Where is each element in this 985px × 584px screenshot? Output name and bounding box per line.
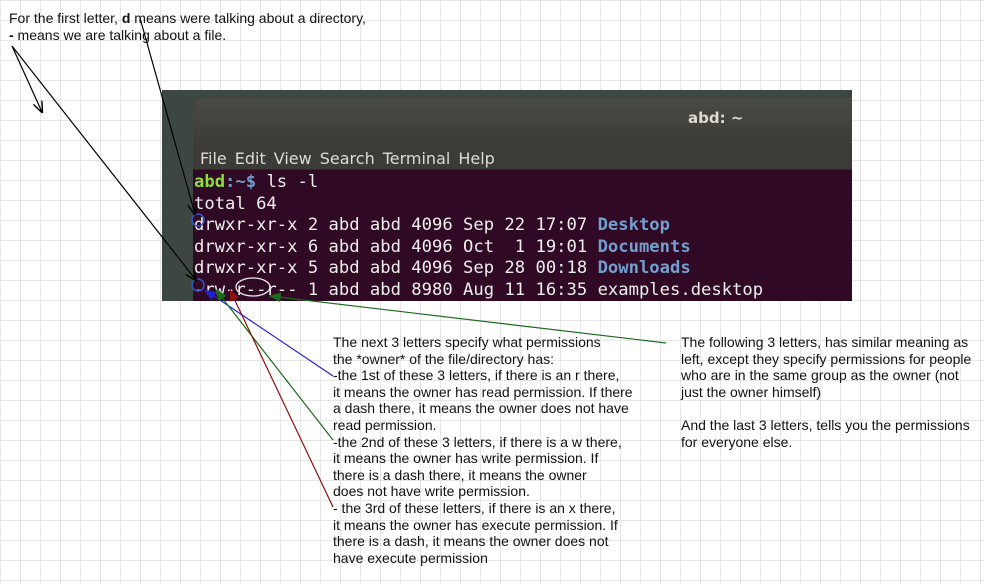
arrow-read (204, 289, 334, 377)
arrow-to-file-dash (11, 45, 196, 280)
first-letter-circle (191, 213, 205, 227)
arrow-to-dir-d (139, 17, 195, 214)
annotation-arrows (11, 17, 667, 508)
first-letter-circle (191, 278, 205, 292)
arrow-group (268, 292, 667, 344)
arrow-execute (229, 288, 334, 508)
group-permissions-ellipse (235, 277, 271, 297)
arrow-write (215, 289, 334, 441)
